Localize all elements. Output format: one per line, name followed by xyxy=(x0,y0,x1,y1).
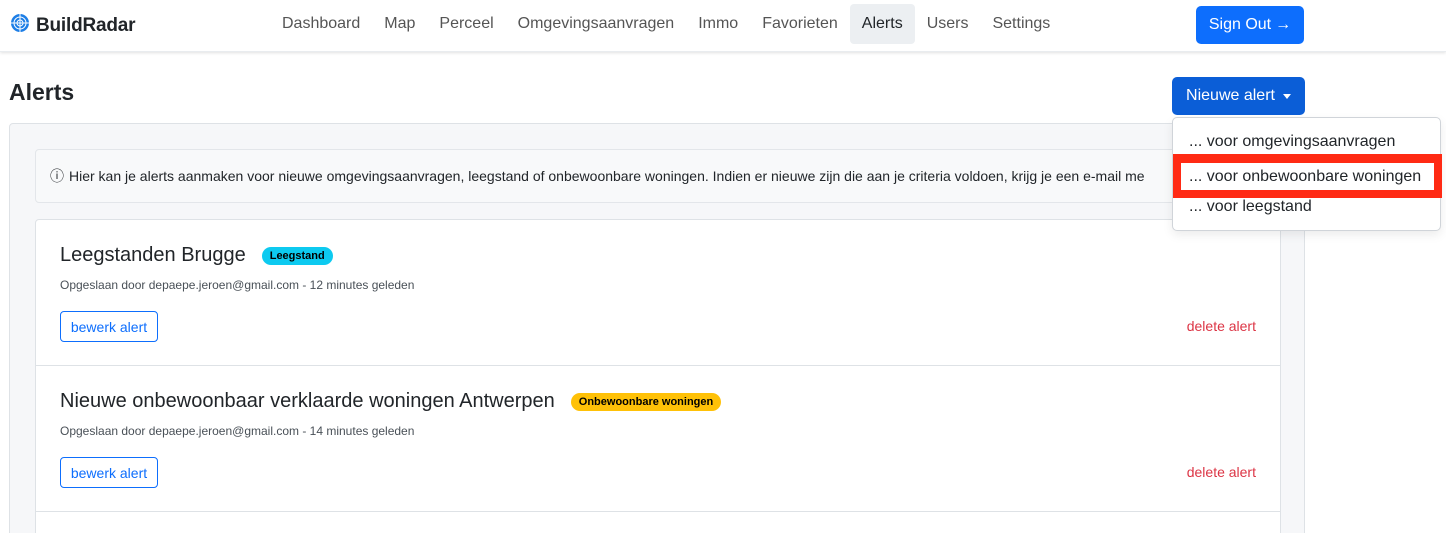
alert-item: Leegstanden Brugge Leegstand Opgeslaan d… xyxy=(36,220,1280,366)
info-banner: ⓘ Hier kan je alerts aanmaken voor nieuw… xyxy=(35,149,1281,203)
alerts-container: ⓘ Hier kan je alerts aanmaken voor nieuw… xyxy=(9,123,1305,533)
alert-meta: Opgeslaan door depaepe.jeroen@gmail.com … xyxy=(60,278,415,292)
alerts-list: Leegstanden Brugge Leegstand Opgeslaan d… xyxy=(35,219,1281,533)
brand[interactable]: BuildRadar xyxy=(10,13,136,38)
new-alert-label: Nieuwe alert xyxy=(1186,87,1275,104)
alert-title-row: Leegstanden Brugge Leegstand xyxy=(60,244,333,267)
new-alert-dropdown-button[interactable]: Nieuwe alert xyxy=(1172,77,1305,115)
nav-alerts[interactable]: Alerts xyxy=(849,4,915,44)
sign-out-button[interactable]: Sign Out → xyxy=(1196,6,1304,44)
page-title: Alerts xyxy=(9,79,75,105)
radar-logo-icon xyxy=(10,13,30,38)
edit-alert-button[interactable]: bewerk alert xyxy=(60,311,158,342)
nav-omgevingsaanvragen[interactable]: Omgevingsaanvragen xyxy=(506,4,687,44)
nav-favorieten[interactable]: Favorieten xyxy=(750,4,850,44)
info-icon: ⓘ xyxy=(50,168,64,184)
delete-alert-link[interactable]: delete alert xyxy=(1187,464,1256,480)
info-text: Hier kan je alerts aanmaken voor nieuwe … xyxy=(69,168,1145,184)
highlight-box: ... voor onbewoonbare woningen xyxy=(1173,154,1442,198)
nav-immo[interactable]: Immo xyxy=(686,4,750,44)
alert-meta: Opgeslaan door depaepe.jeroen@gmail.com … xyxy=(60,424,415,438)
brand-name: BuildRadar xyxy=(36,14,136,36)
caret-down-icon xyxy=(1282,93,1291,99)
delete-alert-link[interactable]: delete alert xyxy=(1187,318,1256,334)
nav-users[interactable]: Users xyxy=(915,4,981,44)
nav-settings[interactable]: Settings xyxy=(980,4,1062,44)
sign-out-label: Sign Out xyxy=(1208,16,1272,33)
dropdown-item-onbewoonbare-woningen[interactable]: ... voor onbewoonbare woningen xyxy=(1181,163,1434,190)
dropdown-item-leegstand[interactable]: ... voor leegstand xyxy=(1189,198,1312,216)
alert-title-row: Nieuwe onbewoonbaar verklaarde woningen … xyxy=(60,390,722,413)
alert-title: Leegstanden Brugge xyxy=(60,244,246,266)
edit-alert-button[interactable]: bewerk alert xyxy=(60,457,158,488)
alert-title: Nieuwe onbewoonbaar verklaarde woningen … xyxy=(60,390,555,412)
new-alert-dropdown-menu: ... voor omgevingsaanvragen ... voor onb… xyxy=(1172,117,1442,231)
alert-item: Nieuwe onbewoonbaar verklaarde woningen … xyxy=(36,366,1280,512)
arrow-right-icon: → xyxy=(1275,16,1292,33)
nav-dashboard[interactable]: Dashboard xyxy=(270,4,372,44)
nav-perceel[interactable]: Perceel xyxy=(427,4,505,44)
alert-type-badge: Onbewoonbare woningen xyxy=(570,392,722,411)
main-nav: Dashboard Map Perceel Omgevingsaanvragen… xyxy=(270,4,1062,44)
top-navbar: BuildRadar Dashboard Map Perceel Omgevin… xyxy=(0,0,1446,52)
dropdown-item-omgevingsaanvragen[interactable]: ... voor omgevingsaanvragen xyxy=(1189,133,1395,151)
alert-type-badge: Leegstand xyxy=(261,246,333,265)
nav-map[interactable]: Map xyxy=(372,4,427,44)
